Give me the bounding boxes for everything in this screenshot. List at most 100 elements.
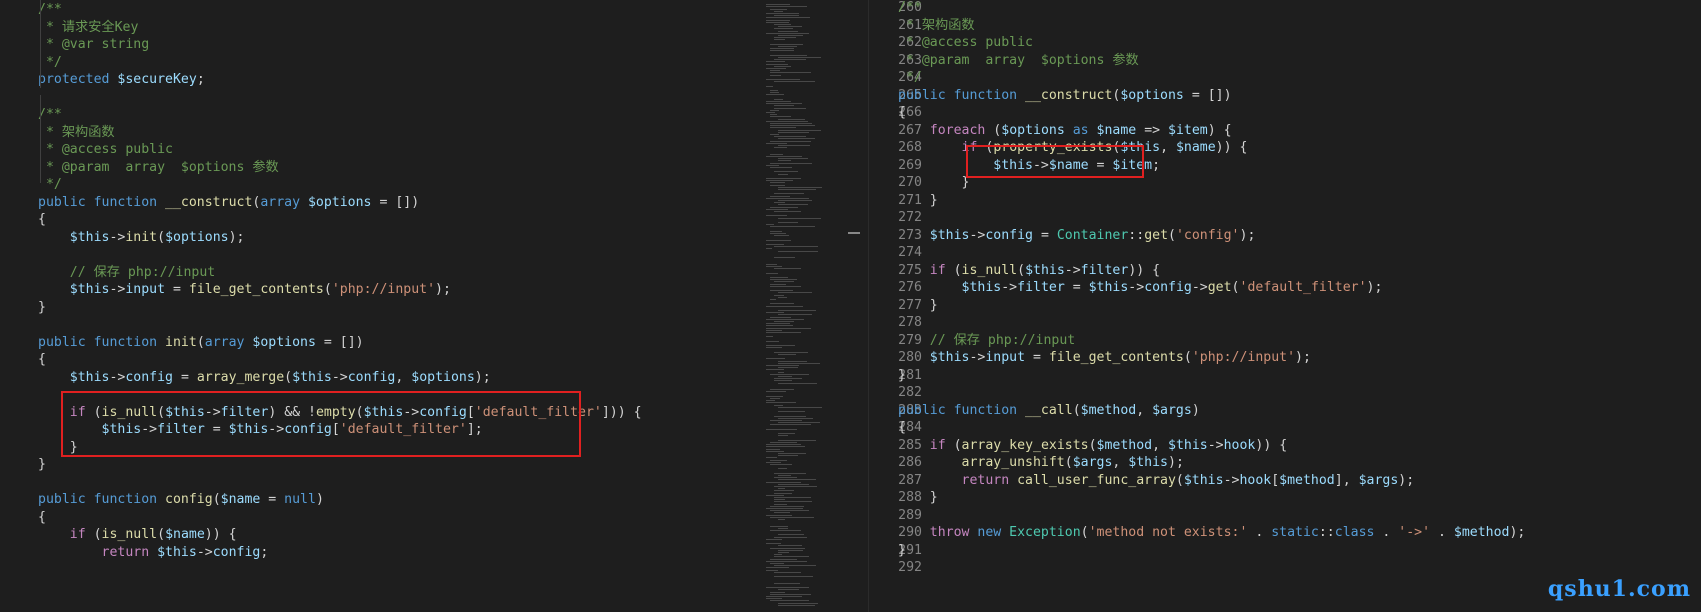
code-line[interactable]: */: [38, 175, 62, 194]
code-line[interactable]: }: [898, 366, 906, 385]
minimap-line: [766, 538, 782, 540]
code-line[interactable]: {: [898, 103, 906, 122]
code-line[interactable]: * @var string: [38, 35, 149, 54]
code-line[interactable]: {: [38, 210, 46, 229]
minimap-line: [766, 598, 783, 600]
code-line[interactable]: public function init(array $options = []…: [38, 333, 364, 352]
minimap-line: [770, 558, 797, 560]
code-line[interactable]: */: [898, 68, 922, 87]
minimap-line: [778, 417, 813, 419]
code-line[interactable]: }: [898, 296, 938, 315]
code-line[interactable]: /**: [38, 0, 62, 19]
code-line[interactable]: return $this->config;: [38, 543, 269, 562]
code-line[interactable]: $this->init($options);: [38, 228, 245, 247]
minimap-line: [770, 525, 788, 527]
code-token: throw: [929, 525, 978, 540]
code-line[interactable]: * @access public: [38, 140, 173, 159]
line-number: 274: [898, 245, 922, 260]
minimap-line: [766, 358, 785, 360]
code-line[interactable]: }: [898, 541, 906, 560]
code-line[interactable]: /**: [898, 0, 922, 17]
code-line[interactable]: }: [38, 455, 46, 474]
code-line[interactable]: */: [38, 53, 62, 72]
code-token: ],: [1334, 472, 1359, 488]
minimap-line: [774, 235, 789, 237]
code-line[interactable]: return call_user_func_array($this->hook[…: [898, 471, 1415, 490]
code-line[interactable]: // 保存 php://input: [898, 331, 1075, 350]
code-line[interactable]: foreach ($options as $name => $item) {: [898, 121, 1232, 140]
code-line[interactable]: }: [898, 173, 970, 192]
minimap-line: [774, 556, 809, 558]
minimap-line: [778, 292, 812, 294]
code-line[interactable]: array_unshift($args, $this);: [898, 453, 1184, 472]
code-token: ): [1191, 402, 1200, 418]
minimap-line: [778, 552, 789, 553]
code-token: (: [323, 282, 332, 297]
code-line[interactable]: protected $secureKey;: [38, 70, 205, 89]
code-line[interactable]: // 保存 php://input: [38, 263, 215, 282]
minimap-line: [774, 565, 817, 567]
minimap-line: [774, 472, 806, 474]
code-line[interactable]: * 架构函数: [38, 123, 115, 142]
code-line[interactable]: {: [38, 508, 46, 527]
code-line[interactable]: public function __call($method, $args): [898, 401, 1200, 420]
code-line[interactable]: }: [38, 298, 46, 317]
minimap-line: [774, 351, 809, 353]
code-token: ->: [969, 227, 986, 243]
code-line[interactable]: if (is_null($this->filter)) {: [898, 261, 1160, 280]
code-token: is_null: [961, 262, 1018, 278]
code-line[interactable]: /**: [38, 105, 62, 124]
code-line[interactable]: * @param array $options 参数: [898, 51, 1139, 70]
minimap-line: [766, 164, 779, 166]
code-token: $name: [1175, 140, 1216, 155]
code-line[interactable]: $this->input = file_get_contents('php://…: [38, 280, 451, 299]
code-line[interactable]: if (is_null($name)) {: [38, 525, 237, 544]
code-line[interactable]: {: [38, 350, 46, 369]
code-line[interactable]: $this->config = array_merge($this->confi…: [38, 368, 491, 387]
code-line[interactable]: * @param array $options 参数: [38, 158, 279, 177]
code-line[interactable]: * @access public: [898, 33, 1033, 52]
code-line[interactable]: if (array_key_exists($method, $this->hoo…: [898, 436, 1287, 455]
minimap-line: [778, 360, 808, 362]
code-token: );: [1509, 525, 1526, 540]
minimap-line: [774, 536, 808, 538]
minimap-line: [778, 118, 806, 120]
code-line[interactable]: {: [898, 418, 906, 437]
code-line[interactable]: $this->filter = $this->config->get('defa…: [898, 278, 1383, 297]
code-line[interactable]: public function __construct(array $optio…: [38, 193, 419, 212]
code-token: config: [985, 227, 1033, 243]
code-token: (: [212, 492, 221, 507]
code-line[interactable]: * 架构函数: [898, 16, 975, 35]
minimap-line: [778, 26, 802, 28]
right-editor-pane[interactable]: 260 261 262 263 264 265 266 267 268 269 270 271 272 2…: [870, 0, 1701, 612]
code-token: ->: [1001, 280, 1018, 295]
minimap-line: [778, 222, 798, 223]
minimap-line: [774, 257, 795, 259]
code-line[interactable]: }: [898, 488, 938, 507]
minimap[interactable]: [760, 0, 860, 612]
minimap-line: [766, 336, 773, 338]
minimap-line: [774, 98, 784, 100]
code-line[interactable]: public function __construct($options = […: [898, 86, 1232, 105]
minimap-line: [770, 195, 791, 197]
code-token: if: [929, 437, 954, 453]
code-line[interactable]: * 请求安全Key: [38, 18, 138, 37]
code-line[interactable]: $this->config = Container::get('config')…: [898, 226, 1256, 245]
minimap-line: [778, 186, 822, 188]
left-editor-pane[interactable]: /** * 请求安全Key * @var string */protected …: [0, 0, 760, 612]
highlight-box-default-filter: [61, 391, 581, 457]
minimap-line: [774, 268, 802, 270]
code-token: ->: [1191, 280, 1208, 295]
minimap-line: [770, 123, 813, 124]
minimap-line: [778, 406, 823, 408]
code-line[interactable]: }: [898, 191, 938, 210]
code-line[interactable]: $this->input = file_get_contents('php://…: [898, 348, 1311, 367]
code-token: $method: [1096, 437, 1153, 453]
minimap-slider[interactable]: [848, 232, 860, 234]
code-line[interactable]: public function config($name = null): [38, 490, 324, 509]
code-token: $name: [1096, 122, 1137, 138]
code-token: ->: [1064, 262, 1081, 278]
code-token: =>: [1136, 122, 1169, 138]
code-line[interactable]: throw new Exception('method not exists:'…: [898, 523, 1526, 542]
